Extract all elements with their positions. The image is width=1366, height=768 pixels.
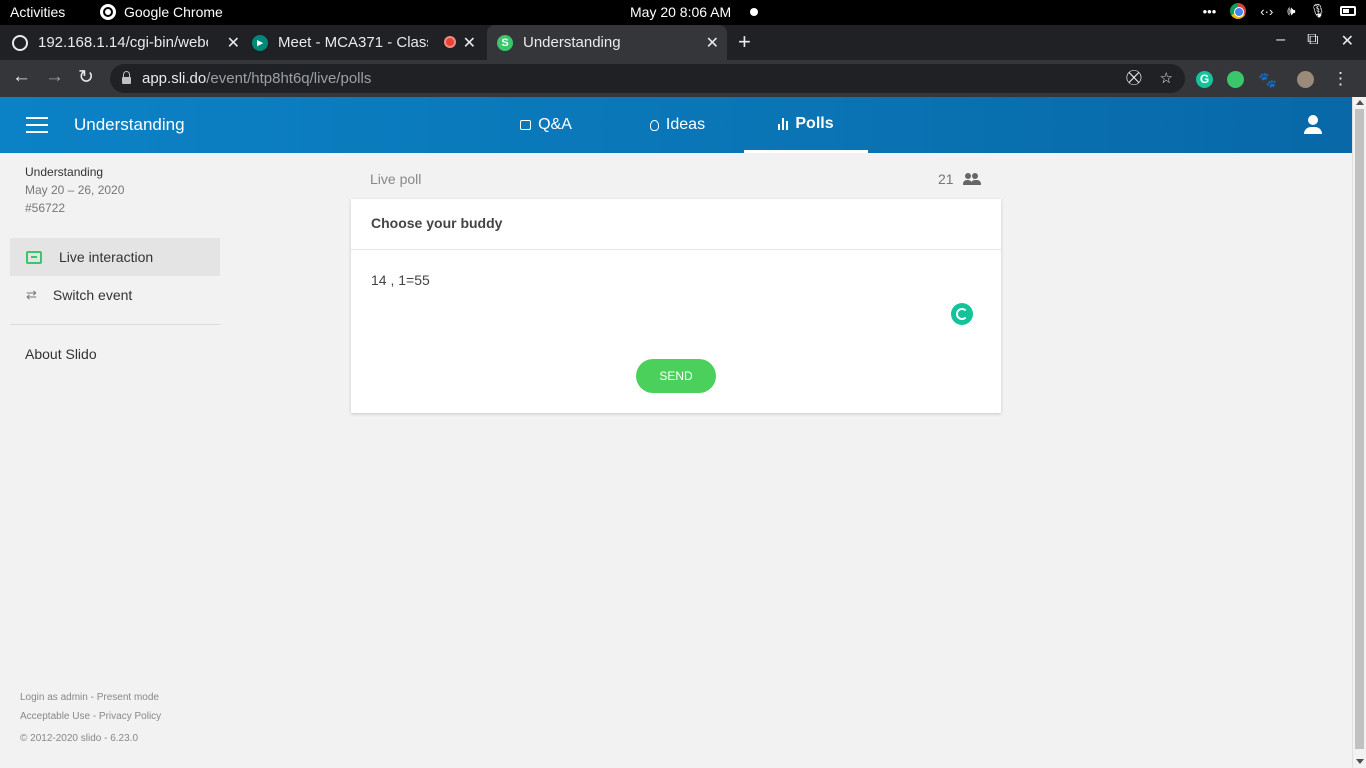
- sidebar-event-dates: May 20 – 26, 2020: [25, 183, 125, 197]
- scroll-down-icon[interactable]: [1356, 759, 1364, 764]
- footer-policy-links[interactable]: Acceptable Use - Privacy Policy: [20, 711, 161, 722]
- lightbulb-icon: [649, 119, 659, 131]
- url-host: app.sli.do: [142, 70, 207, 87]
- event-name: Understanding: [74, 115, 185, 134]
- chat-icon: [26, 250, 42, 264]
- qa-icon: [520, 120, 532, 130]
- close-window-icon[interactable]: ✕: [1341, 31, 1354, 51]
- recording-icon: [444, 36, 456, 48]
- grammarly-extension-icon[interactable]: G: [1196, 70, 1213, 88]
- bar-chart-icon: [778, 117, 789, 130]
- extensions: G 🐾 ⋮: [1196, 69, 1349, 89]
- sidebar-event-code: #56722: [25, 201, 66, 215]
- close-icon[interactable]: ✕: [463, 33, 476, 53]
- tab-label: Polls: [795, 114, 834, 132]
- volume-icon[interactable]: 🕪: [1287, 3, 1295, 19]
- scroll-up-icon[interactable]: [1356, 100, 1364, 105]
- sidebar-item-label: Live interaction: [59, 249, 154, 265]
- minimize-icon[interactable]: –: [1276, 31, 1285, 51]
- tab-ideas[interactable]: Ideas: [640, 97, 715, 153]
- footer-admin-links[interactable]: Login as admin - Present mode: [20, 692, 159, 703]
- close-icon[interactable]: ✕: [227, 33, 240, 53]
- swap-icon: ⇄: [26, 287, 37, 302]
- answer-input[interactable]: 14 , 1=55: [371, 272, 430, 288]
- url-path: /event/htp8ht6q/live/polls: [206, 70, 372, 87]
- window-controls: – ⧉ ✕: [1276, 31, 1354, 51]
- clock[interactable]: May 20 8:06 AM: [630, 4, 731, 20]
- tab-qa[interactable]: Q&A: [510, 97, 582, 153]
- chrome-menu-icon[interactable]: ⋮: [1332, 69, 1349, 89]
- close-icon[interactable]: ✕: [706, 33, 719, 53]
- about-slido-link[interactable]: About Slido: [25, 346, 97, 362]
- battery-icon[interactable]: [1340, 6, 1356, 16]
- more-icon[interactable]: •••: [1203, 4, 1217, 19]
- system-tray[interactable]: ••• ‹·› 🕪 🎙: [1203, 3, 1356, 19]
- send-button[interactable]: SEND: [636, 359, 716, 393]
- footer-copyright: © 2012-2020 slido - 6.23.0: [20, 733, 139, 744]
- globe-icon: [12, 34, 28, 51]
- sidebar-item-switch-event[interactable]: ⇄ Switch event: [10, 276, 220, 314]
- app-menu[interactable]: Google Chrome: [100, 4, 223, 20]
- grammarly-icon[interactable]: [951, 303, 973, 325]
- browser-toolbar: ← → ↻ app.sli.do/event/htp8ht6q/live/pol…: [0, 60, 1366, 97]
- system-top-bar: Activities Google Chrome May 20 8:06 AM …: [0, 0, 1366, 25]
- sidebar-divider: [10, 324, 220, 325]
- maximize-icon[interactable]: ⧉: [1307, 31, 1318, 51]
- user-icon[interactable]: [1303, 115, 1323, 135]
- activities-button[interactable]: Activities: [10, 4, 65, 20]
- network-icon[interactable]: ‹·›: [1260, 4, 1273, 19]
- poll-question: Choose your buddy: [371, 215, 503, 231]
- tab-label: Q&A: [538, 116, 572, 133]
- sidebar-item-live-interaction[interactable]: Live interaction: [10, 238, 220, 276]
- tab-label: Ideas: [665, 116, 706, 133]
- chrome-icon: [100, 4, 116, 20]
- new-tab-button[interactable]: +: [738, 29, 751, 55]
- menu-icon[interactable]: [26, 117, 48, 133]
- green-extension-icon[interactable]: [1227, 70, 1244, 88]
- poll-divider: [351, 249, 1001, 250]
- tab-title: Meet - MCA371 - Class: [278, 34, 428, 51]
- tab-strip: 192.168.1.14/cgi-bin/webc ✕ ▸ Meet - MCA…: [0, 25, 1366, 60]
- chrome-tray-icon[interactable]: [1230, 3, 1247, 19]
- reload-icon[interactable]: ↻: [78, 66, 94, 89]
- blocked-content-icon[interactable]: ⛒: [1126, 69, 1141, 87]
- forward-icon[interactable]: →: [45, 66, 64, 88]
- profile-avatar[interactable]: [1297, 70, 1314, 88]
- scroll-thumb[interactable]: [1355, 109, 1364, 749]
- poll-card: Choose your buddy 14 , 1=55 SEND: [351, 199, 1001, 413]
- participant-count: 21: [938, 171, 954, 187]
- notification-dot-icon: [750, 8, 758, 16]
- lock-icon[interactable]: [122, 71, 131, 84]
- page-scrollbar[interactable]: [1352, 97, 1366, 768]
- live-poll-label: Live poll: [370, 171, 422, 187]
- sidebar-item-label: Switch event: [52, 287, 133, 303]
- meet-icon: ▸: [252, 34, 268, 51]
- app-name: Google Chrome: [124, 4, 223, 20]
- microphone-icon[interactable]: 🎙: [1309, 3, 1326, 19]
- sidebar-event-title: Understanding: [25, 165, 104, 179]
- people-icon: [963, 173, 981, 185]
- gnome-extension-icon[interactable]: 🐾: [1258, 71, 1277, 89]
- tab-title: Understanding: [523, 34, 621, 51]
- slido-icon: S: [497, 34, 513, 51]
- address-bar[interactable]: app.sli.do/event/htp8ht6q/live/polls ⛒ ☆: [110, 64, 1185, 93]
- slido-header: Understanding Q&A Ideas Polls: [0, 97, 1352, 153]
- tab-polls[interactable]: Polls: [744, 97, 868, 153]
- back-icon[interactable]: ←: [12, 66, 31, 88]
- tab-meet[interactable]: ▸ Meet - MCA371 - Class ✕: [252, 25, 484, 60]
- tab-title: 192.168.1.14/cgi-bin/webc: [38, 34, 208, 51]
- tab-understanding[interactable]: S Understanding ✕: [487, 25, 727, 60]
- tab-router[interactable]: 192.168.1.14/cgi-bin/webc ✕: [12, 25, 248, 60]
- bookmark-star-icon[interactable]: ☆: [1160, 69, 1173, 87]
